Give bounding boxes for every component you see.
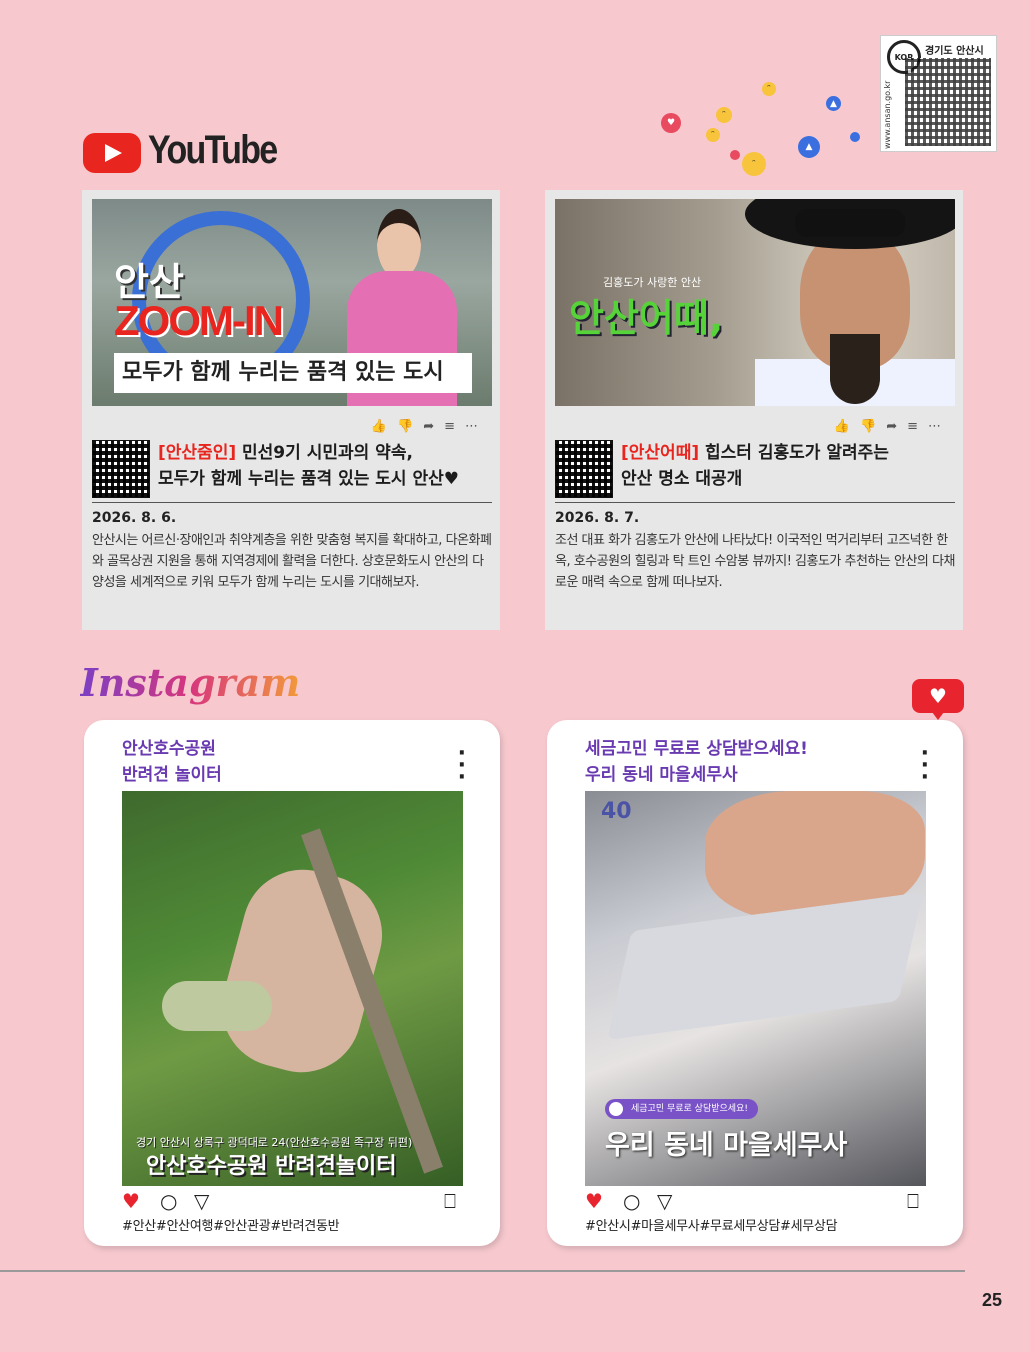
post-hashtags[interactable]: #안산#안산여행#안산관광#반려견동반: [122, 1215, 340, 1234]
video-actions: 👍👎➦≡⋯: [834, 419, 951, 434]
footer-divider: [0, 1270, 965, 1272]
anniversary-logo: 40: [601, 799, 632, 824]
video-date: 2026. 8. 6.: [92, 510, 177, 526]
heart-reaction-icon: ♥: [661, 113, 681, 133]
laugh-reaction-icon: ᵔ: [716, 107, 732, 123]
instagram-post[interactable]: 세금고민 무료로 상담받으세요! 우리 동네 마을세무사 · · · 40 세금고민 …: [547, 720, 963, 1246]
laugh-reaction-icon: ᵔ: [762, 82, 776, 96]
heart-icon[interactable]: ♥: [585, 1190, 603, 1212]
send-icon[interactable]: ▽: [194, 1190, 209, 1212]
post-photo[interactable]: 경기 안산시 상록구 광덕대로 24(안산호수공원 족구장 뒤편) 안산호수공원…: [122, 791, 463, 1186]
video-title-line2: 안산 명소 대공개: [621, 469, 743, 489]
photo-caption: 안산호수공원 반려견놀이터: [146, 1154, 397, 1179]
thumbs-down-icon[interactable]: 👎: [860, 419, 886, 434]
qr-code-badge[interactable]: KOR 경기도 안산시 www.ansan.go.kr: [880, 35, 997, 152]
video-date: 2026. 8. 7.: [555, 510, 640, 526]
video-description: 안산시는 어르신·장애인과 취약계층을 위한 맞춤형 복지를 확대하고, 다온화…: [92, 533, 492, 590]
bookmark-icon[interactable]: ⎕: [907, 1190, 919, 1212]
video-title[interactable]: [안산줌인] 민선9기 시민과의 약속, 모두가 함께 누리는 품격 있는 도시…: [158, 440, 493, 492]
post-photo[interactable]: 40 세금고민 무료로 상담받으세요! 우리 동네 마을세무사: [585, 791, 926, 1186]
thumbnail-banner: 모두가 함께 누리는 품격 있는 도시: [114, 353, 472, 393]
video-title-line2: 모두가 함께 누리는 품격 있는 도시 안산♥: [158, 469, 459, 489]
youtube-logo-icon: [83, 133, 141, 173]
video-title[interactable]: [안산어때] 힙스터 김홍도가 알려주는 안산 명소 대공개: [621, 440, 956, 492]
video-qr-code[interactable]: [92, 440, 150, 498]
more-options-icon[interactable]: · · ·: [458, 743, 466, 789]
video-thumbnail[interactable]: 안산 ZOOM-IN 모두가 함께 누리는 품격 있는 도시: [92, 199, 492, 406]
photo-caption: 우리 동네 마을세무사: [605, 1130, 848, 1161]
like-reaction-icon: ▲: [798, 136, 820, 158]
comment-icon[interactable]: ○: [160, 1190, 177, 1212]
youtube-wordmark: YouTube: [148, 128, 278, 172]
divider: [555, 502, 955, 503]
thumbs-up-icon[interactable]: 👍: [834, 419, 860, 434]
video-title-text: 힙스터 김홍도가 알려주는: [699, 443, 889, 463]
heart-reaction-icon: [730, 150, 740, 160]
laugh-reaction-icon: ᵔ: [742, 152, 766, 176]
page-number: 25: [982, 1290, 1003, 1310]
post-hashtags[interactable]: #안산시#마을세무사#무료세무상담#세무상담: [585, 1215, 838, 1234]
share-icon[interactable]: ➦: [886, 419, 907, 434]
heart-notification-icon: ♥: [912, 679, 964, 720]
send-icon[interactable]: ▽: [657, 1190, 672, 1212]
qr-code-icon: [905, 58, 991, 146]
like-reaction-icon: [850, 132, 860, 142]
youtube-video-card[interactable]: 김홍도가 사랑한 안산 안산어때, 👍👎➦≡⋯ [안산어때] 힙스터 김홍도가 …: [545, 190, 963, 630]
thumbs-down-icon[interactable]: 👎: [397, 419, 423, 434]
heart-icon[interactable]: ♥: [122, 1190, 140, 1212]
video-qr-code[interactable]: [555, 440, 613, 498]
bookmark-icon[interactable]: ⎕: [444, 1190, 456, 1212]
video-title-text: 민선9기 시민과의 약속,: [236, 443, 413, 463]
qr-badge-url: www.ansan.go.kr: [883, 80, 892, 149]
youtube-video-card[interactable]: 안산 ZOOM-IN 모두가 함께 누리는 품격 있는 도시 👍👎➦≡⋯ [안산…: [82, 190, 500, 630]
thumbnail-title: ZOOM-IN: [114, 297, 284, 344]
video-tag: [안산어때]: [621, 443, 700, 463]
more-icon[interactable]: ⋯: [928, 419, 951, 434]
like-reaction-icon: ▲: [826, 96, 841, 111]
video-tag: [안산줌인]: [158, 443, 237, 463]
post-title: 세금고민 무료로 상담받으세요! 우리 동네 마을세무사: [585, 739, 808, 785]
video-description: 조선 대표 화가 김홍도가 안산에 나타났다! 이국적인 먹거리부터 고즈넉한 …: [555, 533, 955, 590]
thumbnail-title: 안산어때,: [569, 296, 724, 340]
more-icon[interactable]: ⋯: [465, 419, 488, 434]
more-options-icon[interactable]: · · ·: [921, 743, 929, 789]
laugh-reaction-icon: ᵔ: [706, 128, 720, 142]
kim-hongdo-image: [745, 199, 955, 406]
comment-icon[interactable]: ○: [623, 1190, 640, 1212]
calculator-image: [607, 892, 923, 1040]
post-title: 안산호수공원 반려견 놀이터: [122, 739, 222, 785]
photo-pill-label: 세금고민 무료로 상담받으세요!: [605, 1099, 758, 1119]
add-to-playlist-icon[interactable]: ≡: [907, 419, 928, 434]
thumbs-up-icon[interactable]: 👍: [371, 419, 397, 434]
video-actions: 👍👎➦≡⋯: [371, 419, 488, 434]
qr-badge-city: 경기도 안산시: [925, 46, 984, 57]
share-icon[interactable]: ➦: [423, 419, 444, 434]
video-thumbnail[interactable]: 김홍도가 사랑한 안산 안산어때,: [555, 199, 955, 406]
instagram-post[interactable]: 안산호수공원 반려견 놀이터 · · · 경기 안산시 상록구 광덕대로 24(안산호…: [84, 720, 500, 1246]
instagram-wordmark: Instagram: [80, 660, 301, 705]
add-to-playlist-icon[interactable]: ≡: [444, 419, 465, 434]
divider: [92, 502, 492, 503]
